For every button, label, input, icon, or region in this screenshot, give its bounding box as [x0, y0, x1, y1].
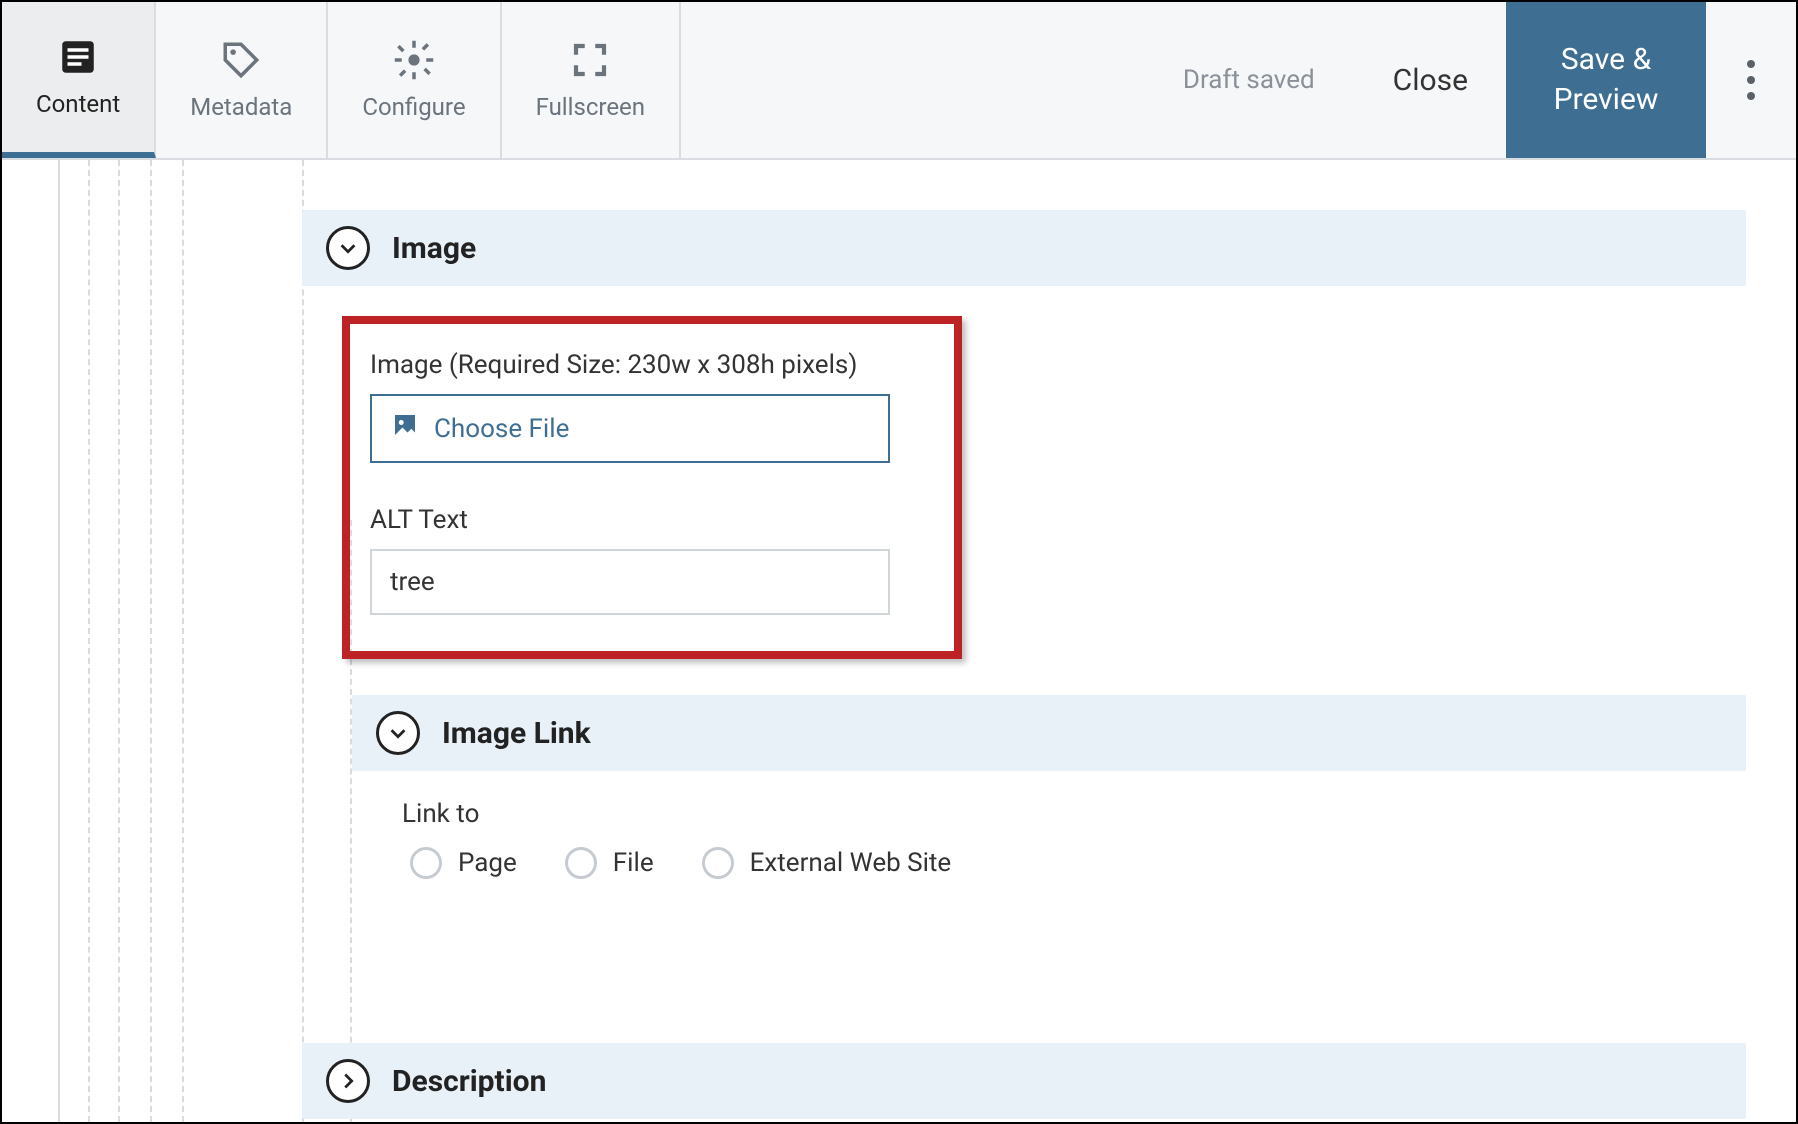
radio-option-file[interactable]: File [565, 847, 654, 879]
section-title: Image [392, 231, 476, 266]
section-header-image[interactable]: Image [302, 210, 1746, 286]
content-area: Image Image (Required Size: 230w x 308h … [2, 160, 1796, 1122]
gear-icon [393, 39, 435, 81]
save-preview-button[interactable]: Save & Preview [1506, 2, 1706, 158]
radio-label: Page [458, 848, 517, 878]
section-title: Description [392, 1064, 546, 1099]
radio-icon [702, 847, 734, 879]
tab-label: Fullscreen [536, 93, 645, 121]
close-button[interactable]: Close [1355, 2, 1506, 158]
tab-label: Metadata [190, 93, 292, 121]
tag-icon [220, 39, 262, 81]
section-header-image-link[interactable]: Image Link [352, 695, 1746, 771]
tab-content[interactable]: Content [2, 2, 156, 158]
alt-text-label: ALT Text [370, 505, 924, 535]
radio-option-page[interactable]: Page [410, 847, 517, 879]
section-title: Image Link [442, 716, 591, 751]
tab-label: Configure [362, 93, 465, 121]
draft-status: Draft saved [1183, 2, 1355, 158]
tab-configure[interactable]: Configure [328, 2, 501, 158]
image-field-label: Image (Required Size: 230w x 308h pixels… [370, 350, 924, 380]
radio-label: File [613, 848, 654, 878]
radio-label: External Web Site [750, 848, 952, 878]
kebab-icon [1747, 60, 1755, 100]
guide-lines [2, 160, 302, 1122]
section-header-description[interactable]: Description [302, 1043, 1746, 1119]
annotation-highlight: Image (Required Size: 230w x 308h pixels… [342, 316, 962, 659]
choose-file-button[interactable]: Choose File [370, 394, 890, 463]
image-file-icon [390, 410, 420, 447]
chevron-down-icon[interactable] [376, 711, 420, 755]
content-icon [57, 36, 99, 78]
radio-option-external[interactable]: External Web Site [702, 847, 952, 879]
top-toolbar: Content Metadata Configure Fullscreen Dr… [2, 2, 1796, 160]
more-menu-button[interactable] [1706, 2, 1796, 158]
tab-metadata[interactable]: Metadata [156, 2, 328, 158]
fullscreen-icon [569, 39, 611, 81]
radio-icon [410, 847, 442, 879]
tab-fullscreen[interactable]: Fullscreen [502, 2, 681, 158]
link-to-label: Link to [402, 799, 1746, 829]
radio-icon [565, 847, 597, 879]
chevron-down-icon[interactable] [326, 226, 370, 270]
tab-label: Content [36, 90, 120, 118]
choose-file-label: Choose File [434, 414, 569, 444]
alt-text-input[interactable] [370, 549, 890, 615]
chevron-right-icon[interactable] [326, 1059, 370, 1103]
